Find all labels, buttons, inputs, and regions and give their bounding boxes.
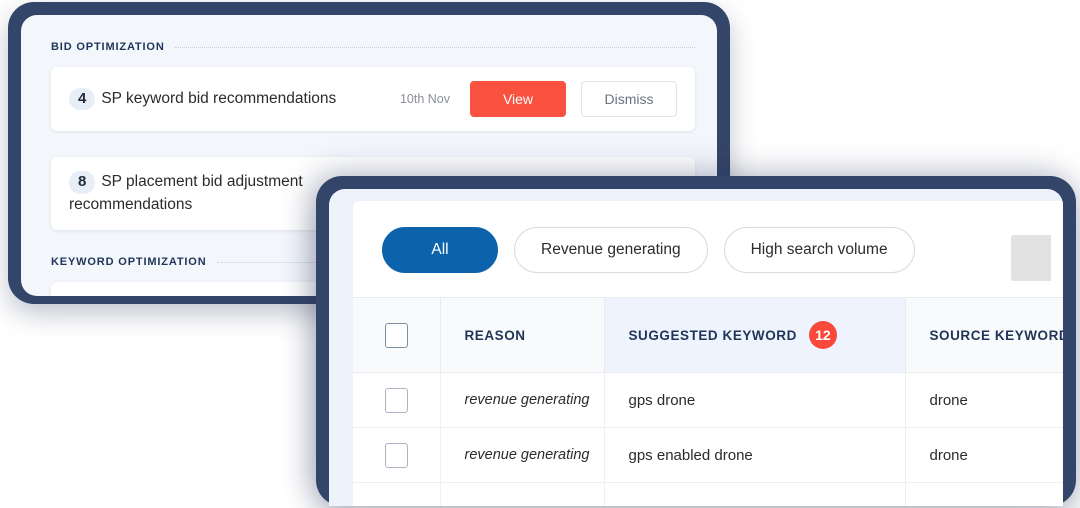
- cell-suggested-keyword: [604, 482, 906, 506]
- recommendation-date: 10th Nov: [399, 92, 450, 106]
- filter-chip-high-search-volume[interactable]: High search volume: [723, 227, 915, 273]
- cell-source-keyword: [905, 482, 1063, 506]
- filter-bar: All Revenue generating High search volum…: [353, 201, 1063, 297]
- recommendation-card[interactable]: 4 SP keyword bid recommendations 10th Nov…: [51, 67, 695, 131]
- cell-source-keyword: drone: [905, 427, 1063, 483]
- recommendation-text: 4 SP keyword bid recommendations: [69, 87, 400, 111]
- row-select-cell: [353, 427, 441, 483]
- screenshot-stage: BID OPTIMIZATION 4 SP keyword bid recomme…: [0, 0, 1080, 508]
- recommendation-label: SP placement bid adjustment recommendati…: [69, 173, 303, 213]
- section-title: KEYWORD OPTIMIZATION: [51, 256, 207, 269]
- table-row[interactable]: revenue generating gps drone drone: [353, 372, 1063, 428]
- recommendation-label: SP keyword bid recommendations: [101, 89, 337, 107]
- filter-chip-revenue-generating[interactable]: Revenue generating: [514, 227, 708, 273]
- recommendation-count-badge: 8: [69, 171, 96, 194]
- column-header-suggested-keyword[interactable]: SUGGESTED KEYWORD 12: [604, 297, 906, 373]
- recommendation-count-badge: 4: [69, 87, 96, 111]
- keyword-table-bezel: All Revenue generating High search volum…: [329, 189, 1063, 506]
- row-select-cell: [353, 372, 441, 428]
- suggested-keyword-count-badge: 12: [808, 321, 837, 349]
- row-checkbox[interactable]: [384, 442, 408, 468]
- cell-reason: revenue generating: [440, 372, 605, 428]
- filter-overflow-handle[interactable]: [1011, 235, 1051, 281]
- row-select-cell: [353, 482, 441, 506]
- cell-suggested-keyword: gps enabled drone: [604, 427, 906, 483]
- section-title: BID OPTIMIZATION: [51, 41, 165, 53]
- cell-reason: revenue generating: [440, 427, 605, 483]
- select-all-checkbox[interactable]: [384, 322, 408, 348]
- row-checkbox[interactable]: [384, 387, 408, 413]
- cell-reason: [440, 482, 605, 506]
- keyword-table-screen: All Revenue generating High search volum…: [353, 201, 1063, 506]
- section-divider-line: [174, 46, 695, 48]
- keyword-table-device-frame: All Revenue generating High search volum…: [316, 176, 1076, 506]
- section-header-bid-optimization: BID OPTIMIZATION: [51, 41, 695, 53]
- table-row[interactable]: revenue generating gps enabled drone dro…: [353, 427, 1063, 483]
- select-all-header: [353, 297, 441, 373]
- column-header-label: SUGGESTED KEYWORD: [628, 327, 797, 343]
- column-header-source-keyword[interactable]: SOURCE KEYWORD: [905, 297, 1063, 373]
- view-button[interactable]: View: [470, 81, 566, 117]
- column-header-reason[interactable]: REASON: [440, 297, 605, 373]
- dismiss-button[interactable]: Dismiss: [581, 81, 677, 117]
- filter-chip-all[interactable]: All: [382, 227, 498, 273]
- table-header-row: REASON SUGGESTED KEYWORD 12 SOURCE KEYWO…: [353, 297, 1063, 373]
- keyword-suggestions-table: REASON SUGGESTED KEYWORD 12 SOURCE KEYWO…: [353, 297, 1063, 506]
- cell-suggested-keyword: gps drone: [604, 372, 906, 428]
- table-row[interactable]: [353, 482, 1063, 506]
- cell-source-keyword: drone: [905, 372, 1063, 428]
